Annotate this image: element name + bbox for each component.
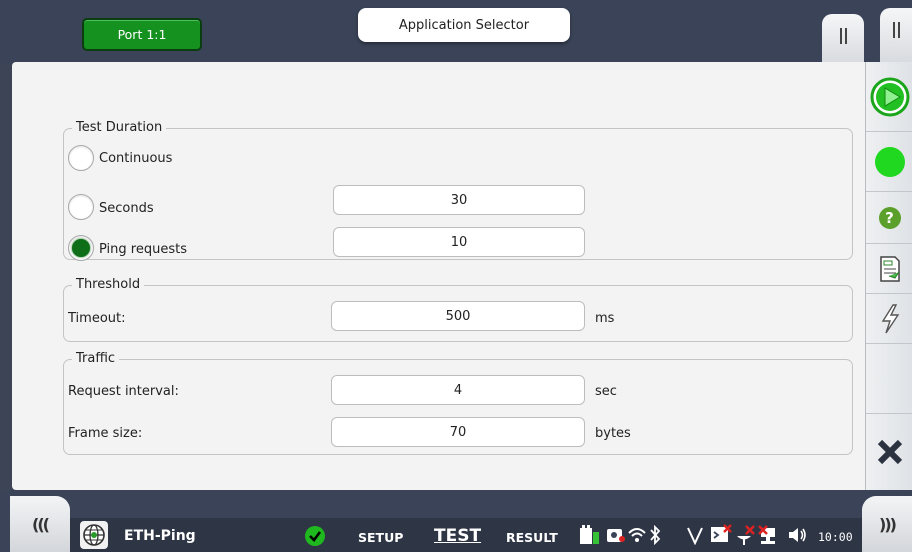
wifi-icon (628, 528, 646, 542)
side-panel-grip-tab[interactable] (880, 8, 912, 64)
top-bar: Port 1:1 Application Selector (0, 0, 912, 64)
seconds-radio[interactable] (68, 194, 94, 220)
timeout-unit: ms (595, 311, 615, 326)
check-status-icon (305, 526, 325, 546)
seconds-field[interactable]: 30 (333, 185, 585, 215)
report-button[interactable] (866, 244, 912, 294)
ping-requests-field[interactable]: 10 (333, 227, 585, 257)
app-name: ETH-Ping (124, 528, 196, 544)
terminal-disconnected-icon (711, 524, 732, 542)
tab-test[interactable]: TEST (434, 526, 481, 546)
start-button[interactable] (866, 62, 912, 132)
group-title: Threshold (72, 277, 145, 292)
clock: 10:00 (818, 530, 853, 544)
power-plug-icon (580, 525, 599, 544)
grip-icon (892, 22, 900, 38)
close-icon (877, 439, 902, 465)
speaker-icon[interactable] (788, 526, 808, 544)
chevrons-right-icon: ))) (879, 514, 897, 534)
tab-result[interactable]: RESULT (506, 530, 558, 545)
report-icon (879, 255, 900, 282)
close-button[interactable] (866, 414, 912, 490)
globe-app-icon[interactable] (80, 521, 108, 549)
seconds-label: Seconds (99, 201, 154, 216)
application-selector-tab[interactable]: Application Selector (358, 8, 570, 42)
continuous-label: Continuous (99, 151, 173, 166)
bluetooth-icon (650, 525, 661, 545)
help-icon: ? (878, 206, 901, 229)
camera-icon (607, 529, 625, 542)
request-interval-field[interactable]: 4 (331, 375, 585, 405)
timeout-label: Timeout: (68, 311, 126, 326)
lightning-icon (881, 303, 899, 333)
request-interval-unit: sec (595, 384, 617, 399)
empty-slot (866, 344, 912, 414)
frame-size-field[interactable]: 70 (331, 417, 585, 447)
tab-setup[interactable]: SETUP (358, 530, 403, 545)
frame-size-label: Frame size: (68, 426, 143, 441)
continuous-radio[interactable] (68, 145, 94, 171)
nav-left-button[interactable]: ((( (10, 496, 70, 552)
panel-grip-tab[interactable] (822, 14, 864, 64)
timeout-field[interactable]: 500 (331, 301, 585, 331)
help-button[interactable]: ? (866, 192, 912, 244)
group-title: Traffic (72, 351, 120, 366)
bottom-bar: ((( ))) ETH-Ping SETUP TEST RESULT 10:00 (0, 490, 912, 552)
port-button[interactable]: Port 1:1 (82, 18, 202, 51)
ping-requests-radio[interactable] (68, 235, 94, 261)
main-panel: Test Duration Continuous Seconds 30 Ping… (12, 62, 866, 490)
play-icon (870, 77, 909, 116)
network-disconnected-icon (758, 525, 775, 544)
ping-requests-label: Ping requests (99, 242, 187, 257)
satellite-disconnected-icon (737, 525, 755, 545)
nav-right-button[interactable]: ))) (862, 496, 912, 552)
frame-size-unit: bytes (595, 426, 631, 441)
v-signal-icon (687, 527, 703, 545)
grip-icon (839, 28, 847, 44)
request-interval-label: Request interval: (68, 384, 179, 399)
group-title: Test Duration (72, 120, 167, 135)
status-led-icon (874, 146, 905, 177)
inject-button[interactable] (866, 294, 912, 344)
status-indicator (866, 132, 912, 192)
chevrons-left-icon: ((( (32, 514, 50, 534)
right-action-bar: ? (865, 62, 912, 490)
